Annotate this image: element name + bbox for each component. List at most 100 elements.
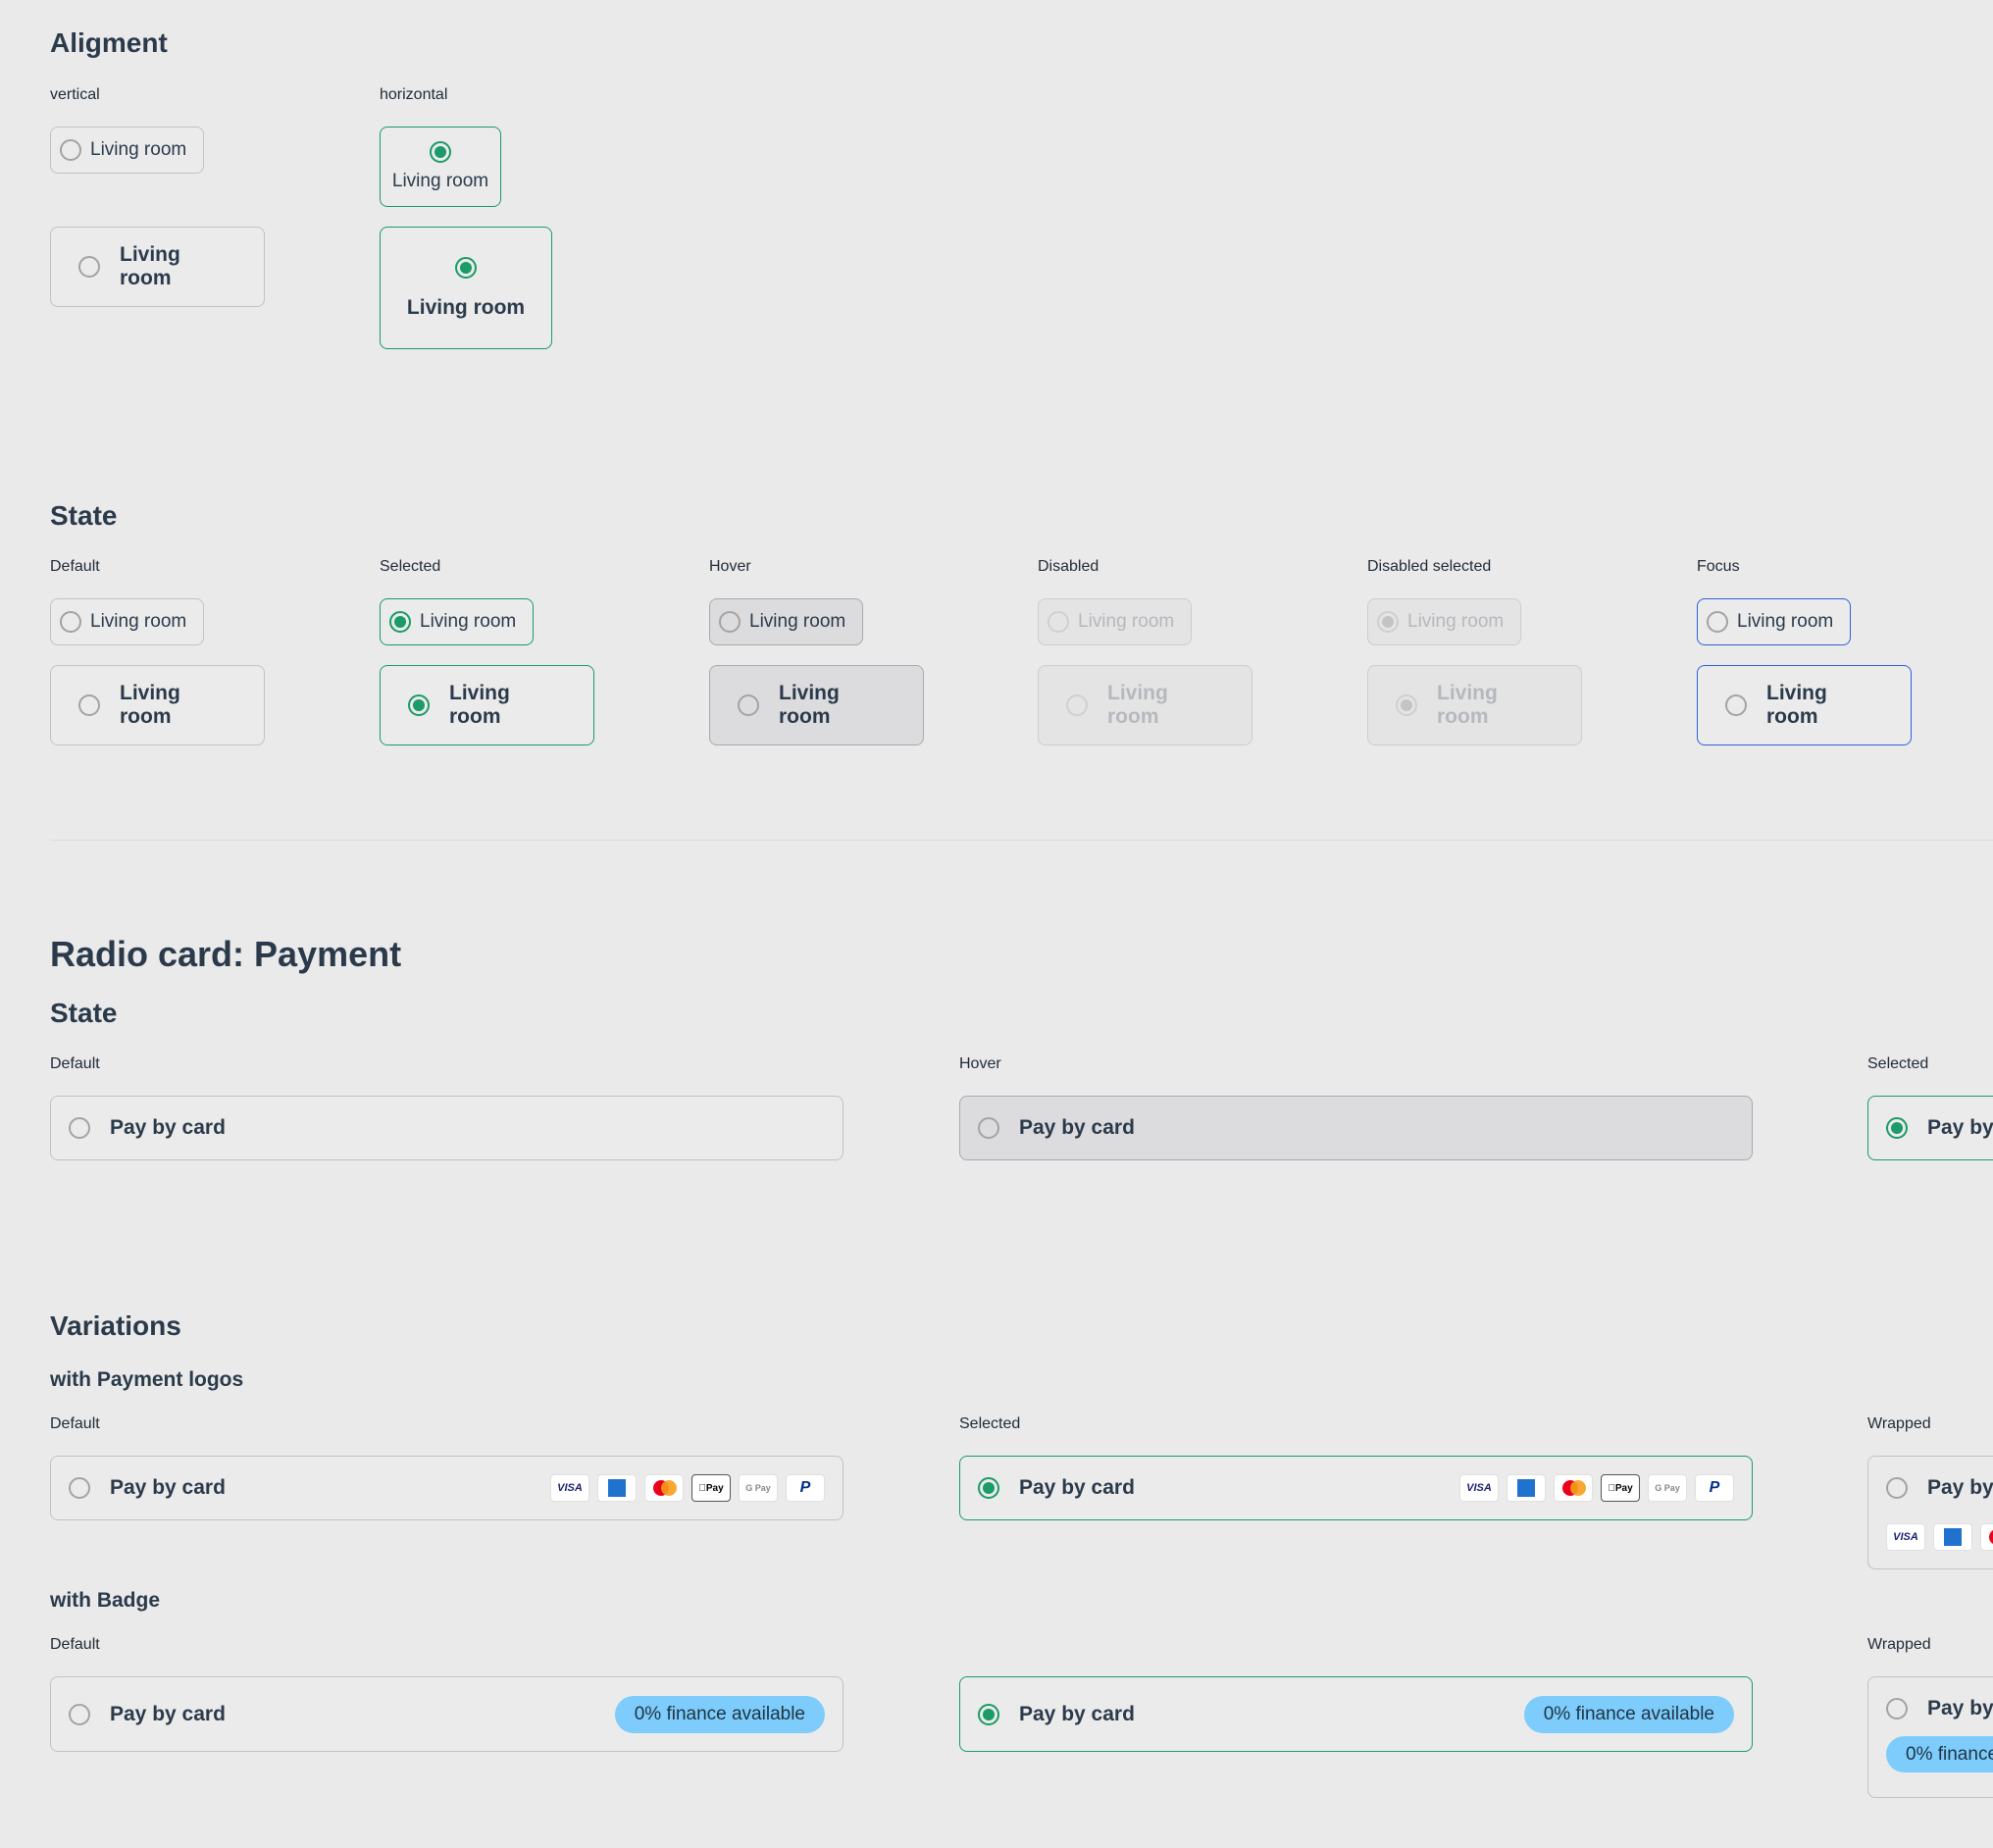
pay-card-logos-default[interactable]: Pay by card VISA Pay G Pay P bbox=[50, 1456, 843, 1520]
radio-card-vertical-small[interactable]: Living room bbox=[50, 127, 204, 174]
google-pay-logo-icon: G Pay bbox=[739, 1474, 778, 1502]
radio-card-disabled-selected-small: Living room bbox=[1367, 598, 1521, 645]
visa-logo-icon: VISA bbox=[550, 1474, 589, 1502]
pay-card-badge-selected[interactable]: Pay by card 0% finance available bbox=[959, 1676, 1753, 1752]
radio-selected-icon bbox=[978, 1477, 999, 1499]
radio-card-disabled-small: Living room bbox=[1038, 598, 1192, 645]
radio-card-label: Living room bbox=[779, 682, 840, 728]
radio-card-label: Living room bbox=[1107, 682, 1168, 728]
radio-icon bbox=[1725, 694, 1747, 716]
finance-badge: 0% finance available bbox=[1523, 1695, 1734, 1733]
radio-icon bbox=[69, 1117, 90, 1139]
payment-logos: VISA Pay G Pay P bbox=[1459, 1474, 1734, 1502]
pay-card-selected[interactable]: Pay by card bbox=[1867, 1096, 1993, 1160]
google-pay-logo-icon: G Pay bbox=[1648, 1474, 1687, 1502]
radio-icon bbox=[78, 694, 100, 716]
amex-logo-icon bbox=[1507, 1474, 1546, 1502]
amex-logo-icon bbox=[1933, 1523, 1972, 1551]
payment-label-selected: Selected bbox=[1867, 1055, 1929, 1072]
mastercard-logo-icon bbox=[1554, 1474, 1593, 1502]
radio-icon bbox=[69, 1703, 90, 1725]
pay-card-label: Pay by card bbox=[1019, 1116, 1135, 1139]
radio-selected-icon bbox=[408, 694, 430, 716]
radio-icon bbox=[60, 611, 81, 633]
vertical-label: vertical bbox=[50, 86, 100, 103]
logos-label-wrapped: Wrapped bbox=[1867, 1415, 1931, 1432]
radio-icon bbox=[1707, 611, 1728, 633]
visa-logo-icon: VISA bbox=[1459, 1474, 1499, 1502]
state-label-default: Default bbox=[50, 558, 100, 575]
radio-card-default-large[interactable]: Living room bbox=[50, 665, 265, 745]
radio-icon bbox=[1886, 1477, 1908, 1499]
pay-card-hover[interactable]: Pay by card bbox=[959, 1096, 1753, 1160]
payment-logos: VISA bbox=[1886, 1523, 1993, 1551]
radio-icon bbox=[69, 1477, 90, 1499]
radio-card-label: Living room bbox=[391, 171, 489, 191]
pay-card-logos-selected[interactable]: Pay by card VISA Pay G Pay P bbox=[959, 1456, 1753, 1520]
radio-card-horizontal-small[interactable]: Living room bbox=[380, 127, 501, 207]
pay-card-label: Pay by card bbox=[1927, 1476, 1993, 1499]
radio-card-label: Living room bbox=[449, 682, 510, 728]
radio-card-label: Living room bbox=[1437, 682, 1498, 728]
finance-badge: 0% finance available bbox=[1886, 1736, 1993, 1772]
payment-state-title: State bbox=[50, 998, 118, 1028]
pay-card-badge-wrapped[interactable]: Pay by card 0% finance available bbox=[1867, 1676, 1993, 1798]
radio-card-hover-small[interactable]: Living room bbox=[709, 598, 863, 645]
paypal-logo-icon: P bbox=[786, 1474, 825, 1502]
radio-card-default-small[interactable]: Living room bbox=[50, 598, 204, 645]
state-label-disabled: Disabled bbox=[1038, 558, 1099, 575]
state-title: State bbox=[50, 500, 118, 531]
state-label-disabled-selected: Disabled selected bbox=[1367, 558, 1492, 575]
pay-card-default[interactable]: Pay by card bbox=[50, 1096, 843, 1160]
radio-selected-icon bbox=[389, 611, 411, 633]
pay-card-label: Pay by card bbox=[110, 1702, 226, 1725]
radio-icon bbox=[1886, 1698, 1908, 1720]
payment-label-hover: Hover bbox=[959, 1055, 1001, 1072]
radio-card-label: Living room bbox=[120, 243, 180, 289]
radio-card-label: Living room bbox=[90, 611, 187, 632]
radio-icon bbox=[1066, 694, 1088, 716]
payment-title: Radio card: Payment bbox=[50, 934, 402, 974]
radio-card-focus-large[interactable]: Living room bbox=[1697, 665, 1912, 745]
paypal-logo-icon: P bbox=[1695, 1474, 1734, 1502]
logos-label-default: Default bbox=[50, 1415, 100, 1432]
radio-card-label: Living room bbox=[120, 682, 180, 728]
radio-selected-icon bbox=[1886, 1117, 1908, 1139]
section-divider bbox=[50, 840, 1993, 841]
logos-label-selected: Selected bbox=[959, 1415, 1021, 1432]
radio-card-hover-large[interactable]: Living room bbox=[709, 665, 924, 745]
radio-icon bbox=[1048, 611, 1069, 633]
radio-card-horizontal-large[interactable]: Living room bbox=[380, 227, 552, 349]
pay-card-logos-wrapped[interactable]: Pay by card VISA bbox=[1867, 1456, 1993, 1569]
radio-selected-icon bbox=[1396, 694, 1417, 716]
finance-badge: 0% finance available bbox=[614, 1695, 825, 1733]
horizontal-label: horizontal bbox=[380, 86, 448, 103]
radio-card-selected-small[interactable]: Living room bbox=[380, 598, 534, 645]
logos-subtitle: with Payment logos bbox=[50, 1368, 244, 1391]
pay-card-label: Pay by card bbox=[1019, 1476, 1135, 1499]
radio-card-label: Living room bbox=[406, 295, 526, 319]
pay-card-label: Pay by card bbox=[110, 1476, 226, 1499]
radio-selected-icon bbox=[1377, 611, 1399, 633]
radio-card-focus-small[interactable]: Living room bbox=[1697, 598, 1851, 645]
visa-logo-icon: VISA bbox=[1886, 1523, 1925, 1551]
radio-icon bbox=[738, 694, 759, 716]
payment-label-default: Default bbox=[50, 1055, 100, 1072]
radio-selected-icon bbox=[455, 256, 477, 279]
radio-card-label: Living room bbox=[1407, 611, 1505, 632]
state-label-focus: Focus bbox=[1697, 558, 1740, 575]
state-label-selected: Selected bbox=[380, 558, 441, 575]
radio-selected-icon bbox=[430, 141, 451, 163]
radio-selected-icon bbox=[978, 1703, 999, 1725]
variations-title: Variations bbox=[50, 1310, 181, 1341]
badge-label-default: Default bbox=[50, 1636, 100, 1653]
radio-card-disabled-selected-large: Living room bbox=[1367, 665, 1582, 745]
pay-card-badge-default[interactable]: Pay by card 0% finance available bbox=[50, 1676, 843, 1752]
radio-card-label: Living room bbox=[1078, 611, 1175, 632]
radio-card-selected-large[interactable]: Living room bbox=[380, 665, 594, 745]
radio-icon bbox=[78, 256, 100, 278]
mastercard-logo-icon bbox=[644, 1474, 684, 1502]
radio-card-vertical-large[interactable]: Living room bbox=[50, 227, 265, 307]
radio-card-label: Living room bbox=[1737, 611, 1834, 632]
pay-card-label: Pay by card bbox=[1927, 1697, 1993, 1720]
